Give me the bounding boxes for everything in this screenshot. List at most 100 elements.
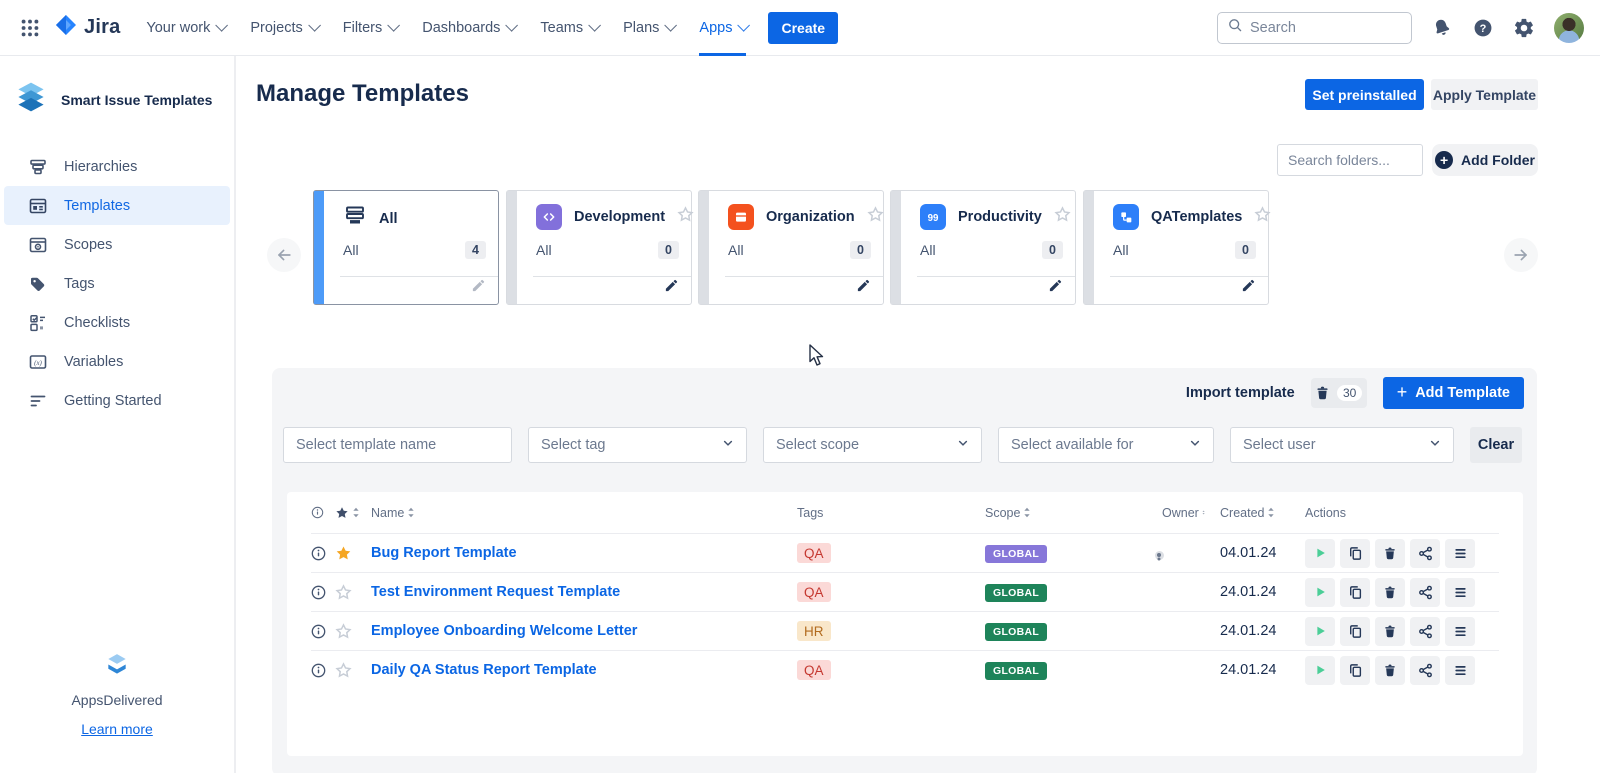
filter-template-name-input[interactable] bbox=[283, 427, 512, 463]
divider bbox=[725, 276, 883, 277]
user-avatar[interactable] bbox=[1554, 13, 1584, 43]
add-template-button[interactable]: + Add Template bbox=[1383, 377, 1524, 409]
info-icon[interactable] bbox=[311, 624, 335, 639]
folder-card-productivity[interactable]: 99 Productivity All 0 bbox=[890, 190, 1076, 305]
share-button[interactable] bbox=[1410, 539, 1440, 568]
learn-more-link[interactable]: Learn more bbox=[81, 721, 153, 737]
import-template-button[interactable]: Import template bbox=[1186, 385, 1295, 401]
apply-play-button[interactable] bbox=[1305, 617, 1335, 646]
nav-projects[interactable]: Projects bbox=[250, 0, 316, 56]
set-preinstalled-button[interactable]: Set preinstalled bbox=[1305, 79, 1424, 110]
row-actions bbox=[1293, 539, 1499, 568]
global-search[interactable] bbox=[1217, 12, 1412, 44]
carousel-right-arrow[interactable] bbox=[1504, 238, 1538, 272]
scope-badge: GLOBAL bbox=[985, 662, 1047, 680]
folder-card-all[interactable]: All All 4 bbox=[313, 190, 499, 305]
folder-star-icon[interactable] bbox=[1054, 206, 1071, 228]
more-menu-button[interactable] bbox=[1445, 539, 1475, 568]
folder-card-development[interactable]: Development All 0 bbox=[506, 190, 692, 305]
column-header-name[interactable]: Name bbox=[371, 506, 783, 520]
help-icon[interactable]: ? bbox=[1472, 17, 1494, 39]
edit-folder-pencil-icon[interactable] bbox=[856, 278, 871, 298]
delete-trash-button[interactable] bbox=[1375, 578, 1405, 607]
info-icon[interactable] bbox=[311, 585, 335, 600]
column-header-owner[interactable]: Owner bbox=[1149, 506, 1205, 520]
favorite-star-icon[interactable] bbox=[335, 545, 371, 562]
create-button[interactable]: Create bbox=[768, 12, 838, 44]
copy-button[interactable] bbox=[1340, 656, 1370, 685]
nav-apps[interactable]: Apps bbox=[699, 0, 746, 56]
filter-scope-select[interactable]: Select scope bbox=[763, 427, 982, 463]
edit-folder-pencil-icon[interactable] bbox=[471, 278, 486, 298]
folder-sub-label: All bbox=[728, 242, 744, 258]
carousel-left-arrow[interactable] bbox=[267, 238, 301, 272]
filter-tag-select[interactable]: Select tag bbox=[528, 427, 747, 463]
favorite-star-icon[interactable] bbox=[335, 662, 371, 679]
column-header-scope[interactable]: Scope bbox=[971, 506, 1149, 520]
search-input[interactable] bbox=[1250, 20, 1402, 36]
star-column-sort[interactable] bbox=[335, 506, 371, 520]
nav-filters[interactable]: Filters bbox=[343, 0, 396, 56]
copy-button[interactable] bbox=[1340, 617, 1370, 646]
delete-trash-button[interactable] bbox=[1375, 656, 1405, 685]
sidebar-item-templates[interactable]: Templates bbox=[4, 186, 230, 225]
sidebar-item-variables[interactable]: (x) Variables bbox=[4, 342, 230, 381]
folder-card-organization[interactable]: Organization All 0 bbox=[698, 190, 884, 305]
share-button[interactable] bbox=[1410, 578, 1440, 607]
clear-filters-button[interactable]: Clear bbox=[1470, 427, 1522, 463]
more-menu-button[interactable] bbox=[1445, 617, 1475, 646]
folder-star-icon[interactable] bbox=[867, 206, 884, 228]
jira-logo[interactable]: Jira bbox=[54, 13, 120, 42]
apply-play-button[interactable] bbox=[1305, 656, 1335, 685]
sidebar-item-getting-started[interactable]: Getting Started bbox=[4, 381, 230, 420]
copy-button[interactable] bbox=[1340, 539, 1370, 568]
info-icon[interactable] bbox=[311, 663, 335, 678]
favorite-star-icon[interactable] bbox=[335, 584, 371, 601]
column-header-created[interactable]: Created bbox=[1205, 506, 1293, 520]
template-name-link[interactable]: Employee Onboarding Welcome Letter bbox=[371, 623, 783, 639]
sidebar-item-checklists[interactable]: Checklists bbox=[4, 303, 230, 342]
nav-plans[interactable]: Plans bbox=[623, 0, 673, 56]
favorite-star-icon[interactable] bbox=[335, 623, 371, 640]
recycle-bin-button[interactable]: 30 bbox=[1311, 378, 1367, 408]
appsdelivered-brand: AppsDelivered bbox=[0, 692, 234, 708]
app-switcher-icon[interactable] bbox=[16, 14, 44, 42]
apply-play-button[interactable] bbox=[1305, 578, 1335, 607]
copy-button[interactable] bbox=[1340, 578, 1370, 607]
nav-teams[interactable]: Teams bbox=[540, 0, 597, 56]
search-folders-input[interactable] bbox=[1277, 144, 1423, 176]
sidebar-item-scopes[interactable]: Scopes bbox=[4, 225, 230, 264]
chevron-down-icon bbox=[957, 437, 969, 453]
scope-badge: GLOBAL bbox=[985, 545, 1047, 563]
settings-gear-icon[interactable] bbox=[1513, 17, 1535, 39]
folder-star-icon[interactable] bbox=[677, 206, 694, 228]
share-button[interactable] bbox=[1410, 656, 1440, 685]
apply-template-button[interactable]: Apply Template bbox=[1431, 79, 1538, 110]
edit-folder-pencil-icon[interactable] bbox=[664, 278, 679, 298]
more-menu-button[interactable] bbox=[1445, 578, 1475, 607]
folder-star-icon[interactable] bbox=[1254, 206, 1271, 228]
edit-folder-pencil-icon[interactable] bbox=[1048, 278, 1063, 298]
sidebar-item-tags[interactable]: Tags bbox=[4, 264, 230, 303]
delete-trash-button[interactable] bbox=[1375, 539, 1405, 568]
filter-user-select[interactable]: Select user bbox=[1230, 427, 1454, 463]
share-button[interactable] bbox=[1410, 617, 1440, 646]
nav-your-work[interactable]: Your work bbox=[146, 0, 224, 56]
filter-available-for-select[interactable]: Select available for bbox=[998, 427, 1214, 463]
more-menu-button[interactable] bbox=[1445, 656, 1475, 685]
template-name-link[interactable]: Daily QA Status Report Template bbox=[371, 662, 783, 678]
sidebar-item-hierarchies[interactable]: Hierarchies bbox=[4, 147, 230, 186]
info-icon[interactable] bbox=[311, 546, 335, 561]
folder-card-qatemplates[interactable]: QATemplates All 0 bbox=[1083, 190, 1269, 305]
nav-dashboards[interactable]: Dashboards bbox=[422, 0, 514, 56]
delete-trash-button[interactable] bbox=[1375, 617, 1405, 646]
template-name-link[interactable]: Test Environment Request Template bbox=[371, 584, 783, 600]
edit-folder-pencil-icon[interactable] bbox=[1241, 278, 1256, 298]
add-folder-button[interactable]: + Add Folder bbox=[1432, 144, 1538, 176]
template-name-link[interactable]: Bug Report Template bbox=[371, 545, 783, 561]
jira-logo-icon bbox=[54, 13, 78, 42]
notifications-bell-icon[interactable] bbox=[1431, 17, 1453, 39]
apply-play-button[interactable] bbox=[1305, 539, 1335, 568]
folder-name: All bbox=[379, 211, 398, 227]
nav-teams-label: Teams bbox=[540, 20, 583, 36]
